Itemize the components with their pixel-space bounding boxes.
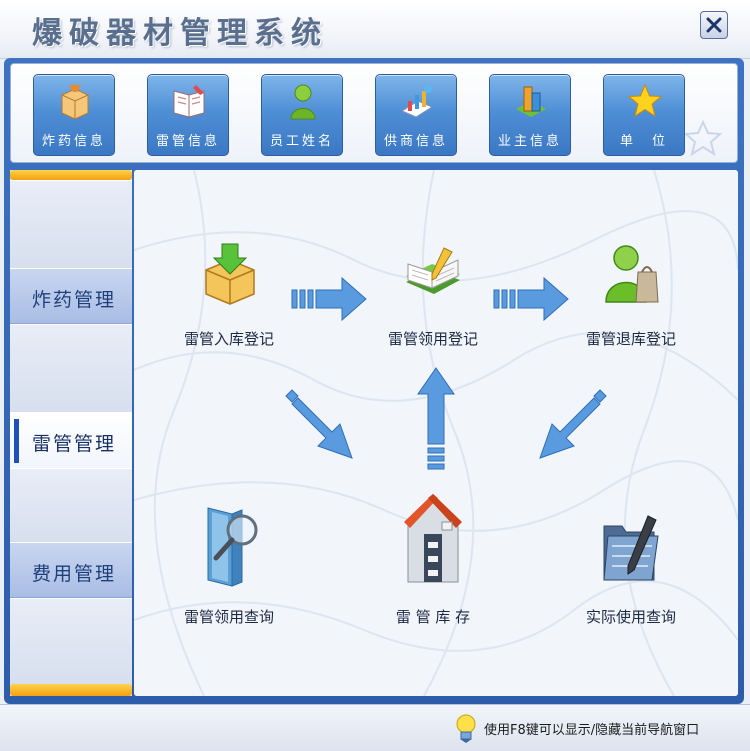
download-box-icon — [205, 243, 255, 305]
node-detonator-return[interactable]: 雷管退库登记 — [576, 242, 686, 352]
node-label: 雷 管 库 存 — [395, 608, 471, 626]
explosive-box-icon — [61, 85, 89, 120]
sidebar-item-label: 雷管管理 — [32, 433, 117, 455]
node-label: 雷管领用查询 — [183, 608, 274, 626]
book-icon — [173, 85, 205, 118]
toolbar-button-supplier-info[interactable]: 供商信息 — [375, 74, 457, 156]
chart-icon — [400, 85, 434, 118]
node-detonator-stock[interactable]: 雷 管 库 存 — [378, 490, 488, 632]
sidebar-top-cap — [10, 170, 132, 180]
node-label: 雷管入库登记 — [183, 330, 274, 348]
flow-arrow-right-1 — [291, 276, 367, 322]
sidebar-item-cost-management[interactable]: 费用管理 — [10, 542, 132, 598]
status-tip: 使用F8键可以显示/隐藏当前导航窗口 — [484, 723, 700, 738]
warehouse-icon — [404, 494, 462, 583]
sidebar-spacer — [10, 468, 132, 543]
toolbar-button-label: 供商信息 — [383, 134, 448, 149]
status-bar: 使用F8键可以显示/隐藏当前导航窗口 — [0, 704, 750, 751]
node-detonator-issue-query[interactable]: 雷管领用查询 — [174, 502, 284, 632]
person-bag-icon — [605, 245, 659, 303]
close-icon — [706, 17, 722, 33]
flow-arrow-right-2 — [493, 276, 569, 322]
toolbar-button-detonator-info[interactable]: 雷管信息 — [147, 74, 229, 156]
sidebar-item-detonator-management[interactable]: 雷管管理 — [10, 412, 132, 468]
sidebar-spacer — [10, 180, 132, 269]
close-button[interactable] — [700, 11, 728, 39]
node-label: 雷管领用登记 — [387, 330, 478, 348]
folder-pen-icon — [603, 515, 659, 581]
toolbar-button-label: 雷管信息 — [155, 134, 220, 149]
toolbar-button-explosive-info[interactable]: 炸药信息 — [33, 74, 115, 156]
sidebar-item-label: 炸药管理 — [32, 289, 117, 311]
magnifier-icon — [207, 507, 258, 587]
sidebar-item-label: 费用管理 — [32, 563, 117, 585]
sidebar-item-explosive-management[interactable]: 炸药管理 — [10, 268, 132, 324]
app-title: 爆破器材管理系统 — [32, 16, 328, 51]
sidebar: 炸药管理 雷管管理 费用管理 — [10, 170, 132, 696]
book-pencil-icon — [406, 247, 460, 294]
flow-arrow-diagonal-down-right — [285, 389, 353, 459]
flow-arrow-diagonal-down-left — [539, 389, 607, 459]
toolbar-button-owner-info[interactable]: 业主信息 — [489, 74, 571, 156]
sidebar-spacer — [10, 324, 132, 413]
active-indicator — [14, 419, 19, 463]
star-icon — [627, 83, 663, 118]
building-icon — [516, 86, 546, 117]
node-label: 实际使用查询 — [585, 608, 676, 626]
toolbar: 炸药信息 雷管信息 员工姓名 供商信息 业主信息 单 位 — [10, 63, 738, 163]
toolbar-button-employee-name[interactable]: 员工姓名 — [261, 74, 343, 156]
person-icon — [290, 84, 316, 120]
node-detonator-issue[interactable]: 雷管领用登记 — [378, 242, 488, 352]
sidebar-spacer — [10, 598, 132, 685]
toolbar-button-label: 单 位 — [619, 134, 668, 149]
toolbar-button-label: 炸药信息 — [41, 134, 106, 149]
toolbar-button-label: 业主信息 — [497, 134, 562, 149]
sidebar-bottom-cap — [10, 684, 132, 696]
toolbar-button-label: 员工姓名 — [269, 134, 334, 149]
workflow-panel: 雷管入库登记 雷管领用登记 雷管退库登记 雷管领用查询 雷 管 库 存 实际使用… — [134, 170, 738, 696]
node-actual-usage-query[interactable]: 实际使用查询 — [576, 502, 686, 632]
toolbar-button-unit[interactable]: 单 位 — [603, 74, 685, 156]
flow-arrow-up — [417, 367, 455, 470]
lightbulb-icon — [456, 714, 476, 743]
node-detonator-inbound[interactable]: 雷管入库登记 — [174, 242, 284, 352]
title-bar: 爆破器材管理系统 — [0, 0, 750, 59]
node-label: 雷管退库登记 — [585, 330, 676, 348]
